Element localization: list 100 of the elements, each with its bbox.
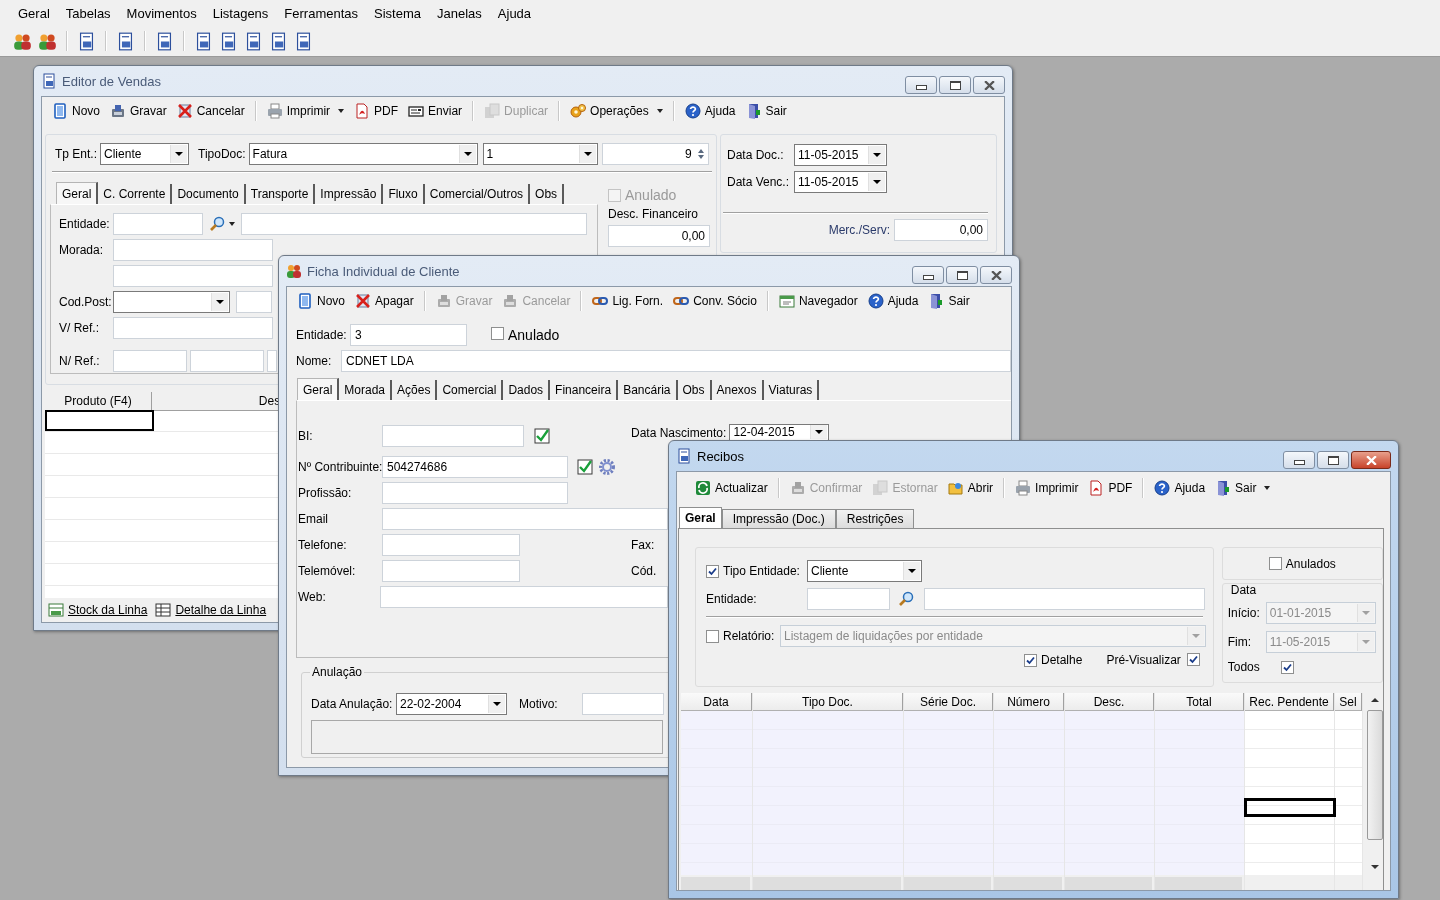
minimize-button[interactable] [1283,451,1315,469]
menu-item[interactable]: Janelas [429,6,490,21]
tab[interactable]: Obs [677,380,712,400]
tab[interactable]: Morada [339,380,393,400]
toolbar-button[interactable]: Sair [741,100,791,121]
toolbar-button[interactable]: Apagar [351,290,418,311]
tab[interactable]: Ações [392,380,438,400]
text-field[interactable] [382,482,568,504]
text-field[interactable] [382,425,524,447]
toolbar-button[interactable]: Sair [1211,477,1275,498]
text-field[interactable]: 3 [350,323,467,346]
toolbar-button[interactable]: Gravar [106,100,171,121]
dropdown[interactable]: Cliente [807,560,922,582]
tab[interactable]: Anexos [711,380,764,400]
focused-cell[interactable] [45,410,154,431]
menu-item[interactable]: Listagens [204,6,277,21]
tab[interactable]: Financeira [550,380,619,400]
dropdown[interactable]: 11-05-2015 [794,171,887,193]
toolbar-button[interactable]: Imprimir [262,100,349,121]
dropdown[interactable]: Fatura [248,143,478,165]
tab[interactable]: Geral [679,507,722,528]
text-field[interactable] [807,588,890,610]
maximize-button[interactable] [946,266,978,284]
tab[interactable]: Impressão (Doc.) [721,509,836,528]
text-field[interactable] [382,560,520,582]
text-field[interactable] [267,350,277,372]
checkbox[interactable] [706,564,719,578]
text-field[interactable] [113,350,187,372]
menu-item[interactable]: Movimentos [118,6,205,21]
toolbar-button[interactable]: Actualizar [691,477,772,498]
toolbar-button[interactable]: Navegador [774,290,862,311]
maximize-button[interactable] [939,76,971,94]
tab[interactable]: Comercial [437,380,504,400]
menu-item[interactable]: Ferramentas [276,6,367,21]
footer-button[interactable]: Stock da Linha [46,602,150,618]
text-field[interactable] [113,239,273,261]
text-field[interactable] [382,534,520,556]
footer-button[interactable]: Detalhe da Linha [153,602,269,618]
toolbar-button[interactable]: Enviar [404,100,467,121]
scroll-down-icon[interactable] [1371,865,1379,869]
toolbar-button[interactable]: PDF [350,100,403,121]
close-button[interactable] [980,266,1012,284]
tab[interactable]: Geral [297,378,340,400]
menu-item[interactable]: Geral [10,6,58,21]
tab[interactable]: Viaturas [763,380,820,400]
scrollbar-thumb[interactable] [1367,710,1383,840]
menu-item[interactable]: Tabelas [57,6,119,21]
toolbar-button[interactable]: Sair [924,290,974,311]
text-field[interactable] [190,350,264,372]
text-field[interactable] [113,317,273,339]
toolbar-button[interactable]: Novo [48,100,104,121]
number-spinner[interactable]: 9 [601,143,709,165]
text-field[interactable] [113,265,273,287]
toolbar-button[interactable]: Operações [566,100,667,121]
text-field[interactable]: 0,00 [608,225,710,247]
toolbar-button[interactable]: Ajuda [680,100,740,121]
text-field[interactable] [113,213,203,235]
menu-item[interactable]: Ajuda [489,6,540,21]
maximize-button[interactable] [1317,451,1349,469]
toolbar-button[interactable]: Conv. Sócio [669,290,761,311]
tab[interactable]: Geral [56,182,99,204]
checkbox[interactable] [1186,652,1200,666]
checkbox[interactable] [1024,653,1037,667]
dropdown[interactable]: 12-04-2015 [729,423,830,441]
close-button[interactable] [1351,451,1391,469]
text-field[interactable] [236,291,272,313]
tab[interactable]: Restrições [835,509,915,528]
toolbar-button[interactable]: Ajuda [863,290,923,311]
text-field[interactable] [382,508,668,530]
scroll-up-icon[interactable] [1371,698,1379,702]
toolbar-button[interactable]: PDF [1084,477,1137,498]
text-field[interactable] [380,586,668,608]
close-button[interactable] [973,76,1005,94]
memo-field[interactable] [311,720,663,754]
tab[interactable]: Bancária [618,380,678,400]
minimize-button[interactable] [905,76,937,94]
menu-item[interactable]: Sistema [366,6,429,21]
checkbox[interactable] [1280,660,1294,674]
text-field[interactable]: 0,00 [894,219,988,241]
text-field[interactable]: CDNET LDA [341,350,1011,372]
checkbox[interactable] [1268,557,1282,570]
dropdown[interactable]: 1 [482,143,598,165]
dropdown[interactable] [113,291,230,313]
checkbox[interactable] [491,326,504,340]
minimize-button[interactable] [912,266,944,284]
toolbar-button[interactable]: Imprimir [1011,477,1083,498]
toolbar-button[interactable]: Lig. Forn. [588,290,668,311]
text-field[interactable] [582,693,664,715]
toolbar-button[interactable]: Abrir [943,477,998,498]
toolbar-button[interactable]: Cancelar [172,100,249,121]
text-field[interactable] [924,588,1205,610]
tab[interactable]: Dados [503,380,551,400]
text-field[interactable] [241,213,587,235]
dropdown[interactable]: 22-02-2004 [396,693,507,715]
dropdown[interactable]: Cliente [100,143,190,165]
focused-cell[interactable] [1244,798,1336,817]
toolbar-button[interactable]: Novo [293,290,349,311]
text-field[interactable]: 504274686 [382,456,568,478]
dropdown[interactable]: 11-05-2015 [794,144,887,166]
toolbar-button[interactable]: Ajuda [1150,477,1210,498]
